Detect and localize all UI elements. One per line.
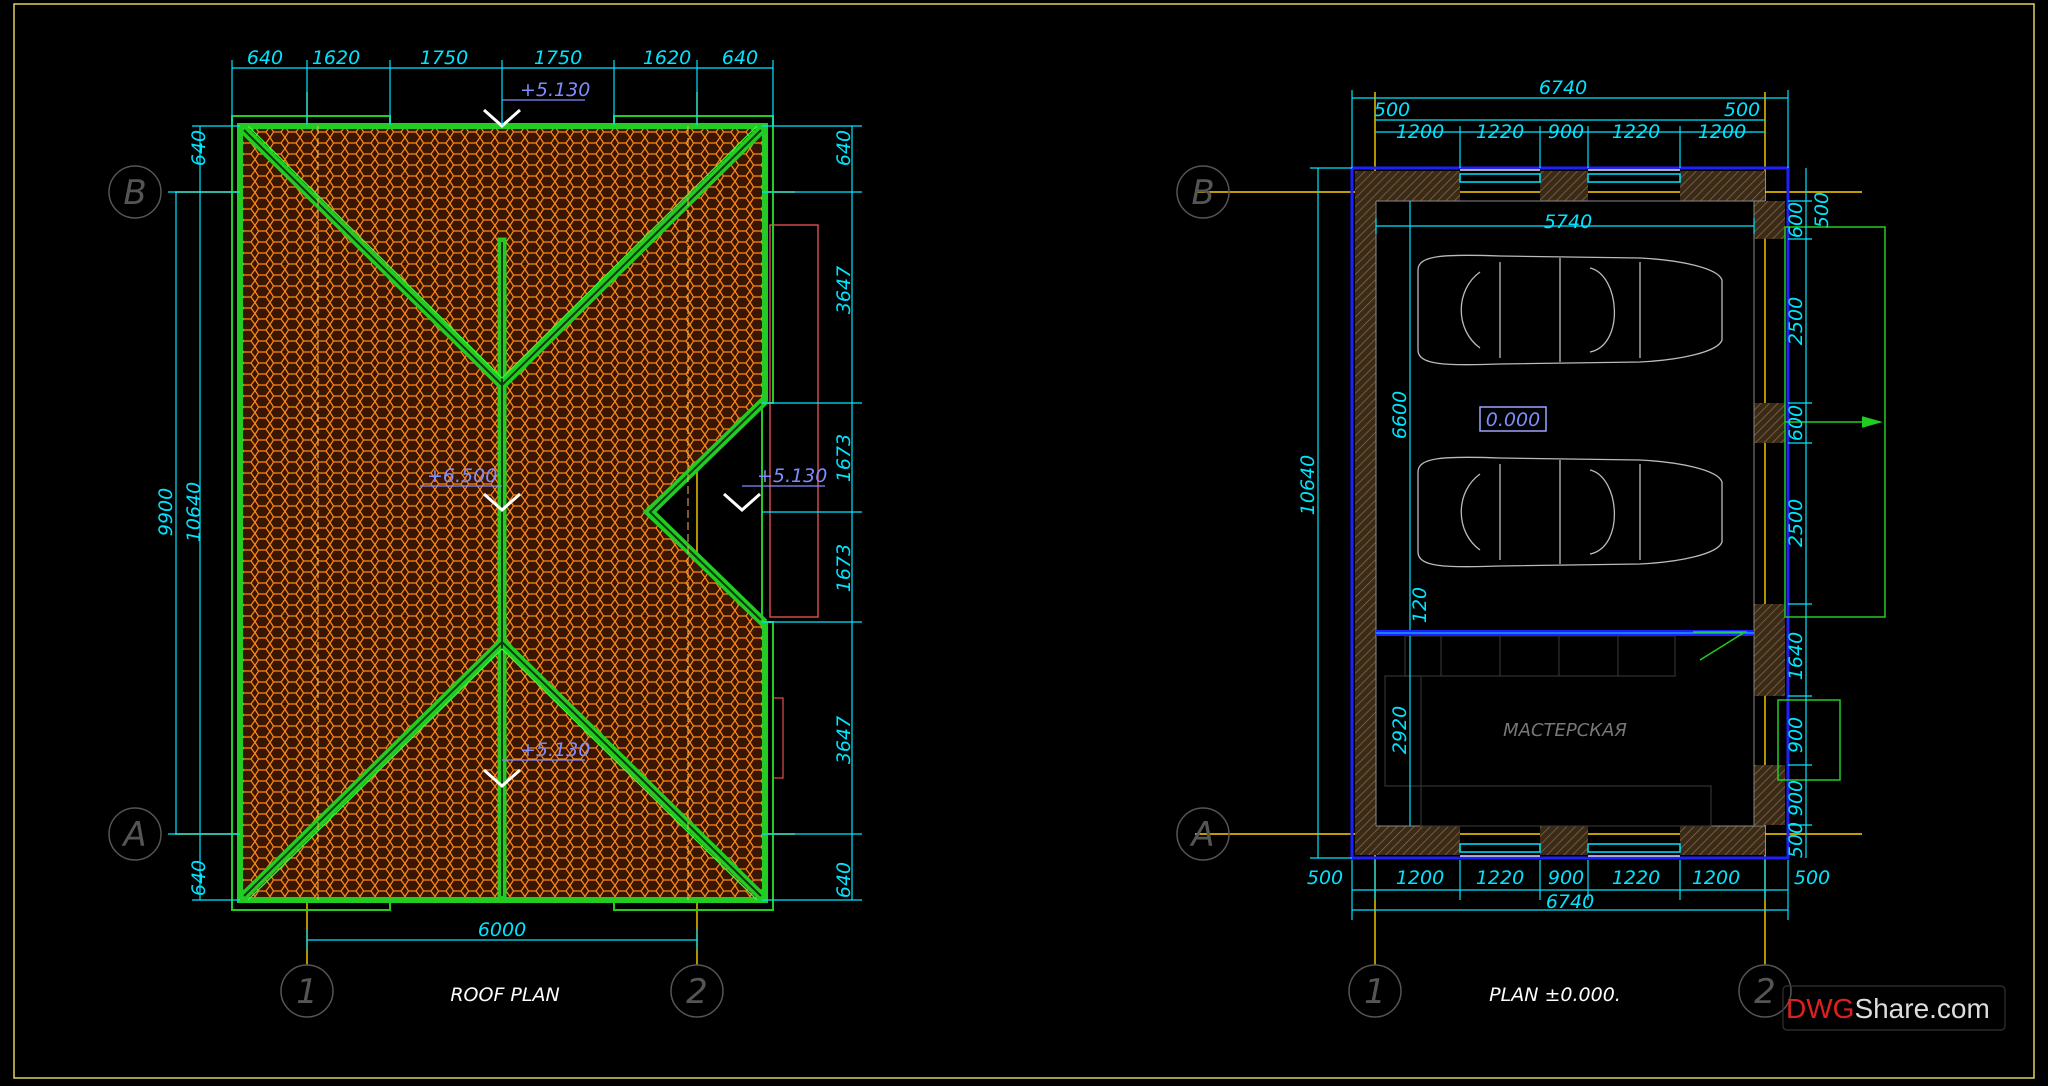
elevation-ridge: +6.500: [427, 465, 497, 487]
plan-left-dim-workshop: 2920: [1389, 706, 1411, 754]
plan-top-dim-total: 6740: [1539, 77, 1587, 99]
roof-right-dim-6: 640: [833, 862, 855, 898]
plan-right-dim-6: 1640: [1785, 632, 1807, 680]
roof-bottom-dim: 6000: [478, 919, 526, 941]
plan-top-dim-3: 900: [1548, 121, 1584, 143]
plan-right-dim-8: 900: [1785, 780, 1807, 816]
roof-top-dim-6: 640: [722, 47, 758, 69]
roof-top-dim-1: 640: [247, 47, 283, 69]
roof-right-dim-1: 640: [833, 130, 855, 166]
plan-right-dim-7: 900: [1785, 717, 1807, 753]
plan-axis-a: A: [1189, 815, 1214, 855]
roof-axis-2: 2: [686, 972, 708, 1012]
plan-bottom-dim-5: 1200: [1692, 867, 1740, 889]
elevation-side: +5.130: [757, 465, 827, 487]
plan-bottom-dim-left-offset: 500: [1307, 867, 1343, 889]
roof-plan: +5.130 +6.500 +5.130 +5.130 640 1620 175…: [108, 47, 862, 1018]
roof-axis-1: 1: [296, 972, 318, 1012]
plan-top-dim-5: 1200: [1698, 121, 1746, 143]
elevation-bottom: +5.130: [520, 739, 590, 761]
roof-side-outline: [769, 224, 819, 618]
cad-drawing: +5.130 +6.500 +5.130 +5.130 640 1620 175…: [13, 3, 2035, 1079]
plan-inner-width: 5740: [1544, 211, 1592, 233]
roof-side-outline-small: [772, 697, 784, 779]
roof-axis-a: A: [121, 815, 146, 855]
plan-right-dim-2: 500: [1811, 192, 1833, 228]
plan-left-dim-partition: 120: [1409, 587, 1431, 623]
roof-left-dim-3: 10640: [183, 482, 205, 542]
plan-top-dim-right-offset: 500: [1724, 99, 1760, 121]
roof-top-dim-5: 1620: [643, 47, 691, 69]
roof-left-dim-1: 640: [188, 130, 210, 166]
floor-plan: МАСТЕРСКАЯ 0.000 6740 500 500 1200 1220 …: [1176, 77, 1886, 1018]
car-top: [1417, 254, 1723, 366]
plan-left-dim-total: 10640: [1297, 455, 1319, 515]
car-bottom: [1417, 456, 1723, 568]
plan-bottom-dim-right-offset: 500: [1794, 867, 1830, 889]
plan-right-dim-4: 600: [1785, 405, 1807, 441]
plan-right-dim-3: 2500: [1785, 297, 1807, 345]
plan-bottom-dim-2: 1220: [1476, 867, 1524, 889]
roof-right-dim-2: 3647: [833, 266, 855, 314]
roof-plan-title: ROOF PLAN: [450, 984, 559, 1006]
roof-right-dim-3: 1673: [833, 434, 855, 482]
plan-top-dim-2: 1220: [1476, 121, 1524, 143]
roof-left-dim-4: 640: [188, 860, 210, 896]
windows: [1459, 169, 1681, 857]
plan-bottom-dim-4: 1220: [1612, 867, 1660, 889]
roof-right-dim-4: 1673: [833, 544, 855, 592]
elevation-top: +5.130: [520, 79, 590, 101]
roof-top-dim-3: 1750: [420, 47, 468, 69]
plan-bottom-dim-1: 1200: [1396, 867, 1444, 889]
floor-plan-title: PLAN ±0.000.: [1489, 984, 1621, 1006]
plan-right-dim-9: 500: [1785, 822, 1807, 858]
plan-bottom-dim-total: 6740: [1546, 891, 1594, 913]
roof-left-dim-2: 9900: [155, 488, 177, 536]
plan-top-dim-left-offset: 500: [1374, 99, 1410, 121]
watermark-logo: DWGShare.com: [1782, 985, 2006, 1031]
plan-axis-2: 2: [1754, 972, 1776, 1012]
roof-axis-b: B: [123, 173, 146, 213]
watermark-part2: Share.com: [1854, 993, 1989, 1024]
plan-axis-b: B: [1191, 173, 1214, 213]
plan-top-dim-1: 1200: [1396, 121, 1444, 143]
svg-text:DWGShare.com: DWGShare.com: [1786, 993, 1990, 1024]
roof-right-dim-5: 3647: [833, 716, 855, 764]
plan-right-dim-1: 600: [1785, 202, 1807, 238]
roof-top-dim-2: 1620: [312, 47, 360, 69]
watermark-part1: DWG: [1786, 993, 1854, 1024]
plan-axis-1: 1: [1364, 972, 1386, 1012]
plan-left-dim-garage: 6600: [1389, 391, 1411, 439]
roof-top-dim-4: 1750: [534, 47, 582, 69]
plan-right-dim-5: 2500: [1785, 499, 1807, 547]
room-label-workshop: МАСТЕРСКАЯ: [1503, 720, 1627, 741]
plan-bottom-dim-3: 900: [1548, 867, 1584, 889]
plan-top-dim-4: 1220: [1612, 121, 1660, 143]
floor-level: 0.000: [1486, 409, 1540, 431]
